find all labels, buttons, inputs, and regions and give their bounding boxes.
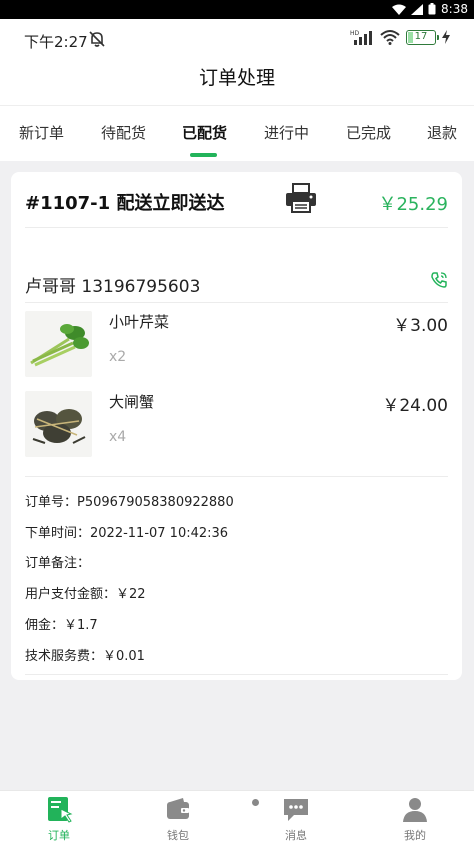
tab-in-progress[interactable]: 进行中 (264, 122, 309, 143)
commission: 佣金：￥1.7 (25, 618, 98, 633)
order-remark: 订单备注： (25, 556, 91, 571)
order-total: ￥25.29 (378, 194, 448, 215)
tab-refund[interactable]: 退款 (427, 122, 457, 143)
paid-amount: 用户支付金额：￥22 (25, 587, 146, 602)
wifi-status-icon (380, 30, 400, 45)
status-bar: 下午2:27 HD 17 (0, 19, 474, 59)
crab-thumbnail (25, 391, 92, 457)
order-title: #1107-1 配送立即送达 (25, 193, 225, 214)
item-price: ￥24.00 (382, 396, 448, 416)
nav-wallet[interactable]: 钱包 (138, 791, 218, 844)
list-item[interactable]: 大闸蟹 x4 ￥24.00 (25, 391, 448, 459)
active-tab-indicator (190, 153, 217, 157)
item-name: 小叶芹菜 (109, 313, 170, 331)
order-number: 订单号：P509679058380922880 (25, 495, 234, 510)
hd-label: HD (350, 30, 360, 37)
page-header: 订单处理 (0, 59, 474, 105)
mute-bell-icon (89, 31, 105, 47)
list-item[interactable]: 小叶芹菜 x2 ￥3.00 (25, 311, 448, 379)
nav-label: 消息 (285, 829, 307, 842)
order-icon (48, 797, 73, 823)
item-price: ￥3.00 (393, 316, 448, 336)
nav-messages[interactable]: 消息 (256, 791, 336, 844)
message-icon (284, 799, 308, 821)
nav-label: 钱包 (167, 829, 189, 842)
divider (25, 302, 448, 303)
wifi-icon (392, 4, 407, 15)
printer-icon[interactable] (285, 183, 317, 213)
cellular-icon (411, 3, 424, 15)
celery-thumbnail (25, 311, 92, 377)
order-card[interactable]: #1107-1 配送立即送达 ￥25.29 卢哥哥 13196795603 小叶… (11, 172, 462, 680)
item-quantity: x4 (109, 429, 127, 445)
tab-picked[interactable]: 已配货 (182, 122, 227, 143)
tab-pending-picking[interactable]: 待配货 (101, 122, 146, 143)
nav-label: 我的 (404, 829, 426, 842)
charging-icon (442, 30, 450, 44)
nav-label: 订单 (48, 829, 70, 842)
divider (25, 674, 448, 675)
battery-icon (428, 3, 436, 15)
battery-level: 17 (414, 30, 428, 42)
wallet-icon (167, 798, 189, 819)
service-fee: 技术服务费：￥0.01 (25, 649, 145, 664)
system-status-bar: 8:38 (0, 0, 474, 19)
signal-icon: HD (350, 30, 372, 45)
nav-profile[interactable]: 我的 (375, 791, 455, 844)
order-time: 下单时间：2022-11-07 10:42:36 (25, 526, 229, 541)
clock: 下午2:27 (24, 33, 88, 51)
bottom-navigation: 订单 钱包 消息 我的 (0, 790, 474, 844)
item-name: 大闸蟹 (109, 393, 155, 411)
item-quantity: x2 (109, 349, 127, 365)
page-title: 订单处理 (198, 67, 275, 89)
phone-icon[interactable] (430, 271, 448, 289)
divider (25, 476, 448, 477)
nav-orders[interactable]: 订单 (19, 791, 99, 844)
system-clock: 8:38 (441, 2, 468, 16)
customer-contact: 卢哥哥 13196795603 (25, 277, 201, 297)
order-status-tabs: 新订单 待配货 已配货 进行中 已完成 退款 (0, 105, 474, 161)
tab-completed[interactable]: 已完成 (346, 122, 391, 143)
divider (25, 227, 448, 228)
tab-new-orders[interactable]: 新订单 (19, 122, 64, 143)
battery-indicator: 17 (406, 29, 439, 45)
profile-icon (403, 798, 427, 822)
